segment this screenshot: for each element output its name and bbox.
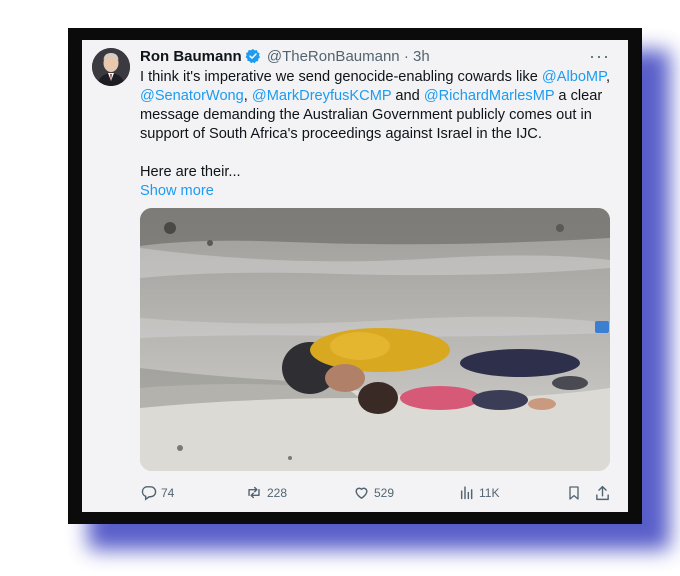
- tweet-card[interactable]: Ron Baumann @TheRonBaumann · 3h ··· I th…: [82, 40, 628, 512]
- author-handle[interactable]: @TheRonBaumann: [267, 48, 400, 65]
- text-segment: I think it's imperative we send genocide…: [140, 69, 542, 85]
- tweet-actions-bar: 74 228 529 11K: [140, 484, 618, 504]
- mention-markdreyfuskcmp[interactable]: @MarkDreyfusKCMP: [252, 88, 391, 104]
- reply-icon: [140, 484, 157, 501]
- views-button[interactable]: 11K: [459, 484, 499, 501]
- avatar[interactable]: [92, 48, 130, 86]
- timestamp[interactable]: 3h: [413, 48, 430, 65]
- heart-icon: [353, 484, 370, 501]
- mention-richardmarlesmp[interactable]: @RichardMarlesMP: [424, 88, 555, 104]
- mention-senatorwong[interactable]: @SenatorWong: [140, 88, 244, 104]
- text-segment: ,: [605, 69, 611, 85]
- separator-dot: ·: [403, 48, 409, 65]
- bookmark-icon: [566, 484, 582, 502]
- reply-count: 74: [161, 485, 175, 500]
- text-segment: and: [391, 88, 424, 104]
- more-options-icon[interactable]: ···: [589, 46, 610, 67]
- retweet-count: 228: [267, 485, 288, 500]
- text-segment: ,: [243, 88, 252, 104]
- tweet-header: Ron Baumann @TheRonBaumann · 3h: [140, 48, 430, 69]
- bookmark-button[interactable]: [566, 484, 582, 502]
- like-button[interactable]: 529: [353, 484, 394, 501]
- mention-albomp[interactable]: @AlboMP: [542, 69, 606, 85]
- retweet-icon: [245, 484, 263, 501]
- show-more-link[interactable]: Show more: [140, 182, 618, 201]
- author-name[interactable]: Ron Baumann: [140, 48, 242, 65]
- like-count: 529: [374, 485, 395, 500]
- share-button[interactable]: [594, 484, 611, 502]
- tweet-media-photo[interactable]: [140, 208, 610, 471]
- reply-button[interactable]: 74: [140, 484, 174, 501]
- views-count: 11K: [479, 485, 500, 500]
- tweet-text: I think it's imperative we send genocide…: [140, 68, 618, 201]
- retweet-button[interactable]: 228: [245, 484, 287, 501]
- text-paragraph-2: Here are their...: [140, 164, 241, 180]
- verified-badge-icon: [245, 48, 261, 69]
- share-icon: [594, 484, 611, 502]
- views-icon: [459, 484, 475, 501]
